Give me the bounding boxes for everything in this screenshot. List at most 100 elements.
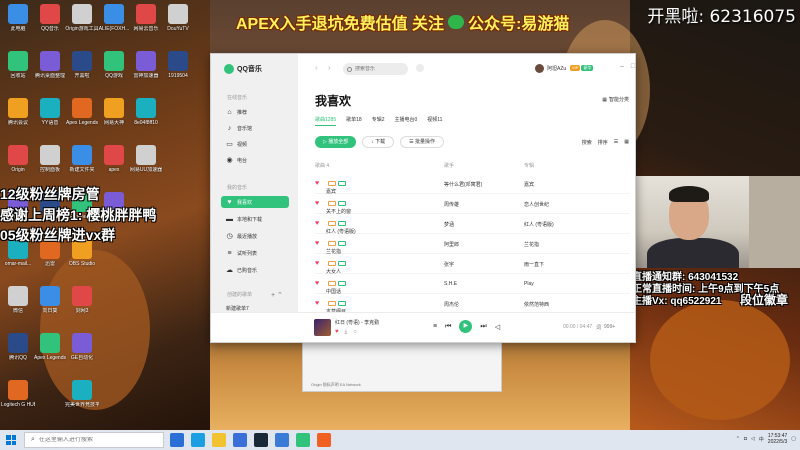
- table-row[interactable]: ♥ 兰花指 阿里郎 兰花指: [315, 234, 630, 255]
- desktop-icon[interactable]: Logitech G HUB: [1, 380, 35, 408]
- sidebar-item-mine[interactable]: ☁ 已购音乐: [221, 264, 289, 276]
- grid-view-icon[interactable]: ▦: [624, 139, 629, 146]
- song-title[interactable]: 中国话: [326, 281, 346, 295]
- desktop-icon[interactable]: ALIE(FOXH...: [97, 4, 131, 32]
- desktop-icon[interactable]: Origin: [1, 145, 35, 173]
- song-album[interactable]: 嘉宾: [524, 181, 534, 188]
- desktop-icon[interactable]: YY语音: [33, 98, 67, 126]
- desktop-icon[interactable]: 剑网3: [65, 286, 99, 314]
- desktop-icon[interactable]: 网易UU加速器: [129, 145, 163, 173]
- song-album[interactable]: 恋人创世纪: [524, 201, 549, 208]
- desktop-icon[interactable]: Apex Legends: [65, 98, 99, 126]
- qqmusic-task-icon[interactable]: [296, 433, 310, 447]
- play-icon[interactable]: ▶: [459, 320, 473, 333]
- desktop-icon[interactable]: 控制面板: [33, 145, 67, 173]
- qqmusic-logo[interactable]: QQ音乐: [224, 64, 262, 74]
- download-icon[interactable]: ⤓: [345, 329, 348, 336]
- steam-icon[interactable]: [254, 433, 268, 447]
- add-playlist-icon[interactable]: + ⌃: [271, 291, 283, 299]
- edge-icon[interactable]: [191, 433, 205, 447]
- table-row[interactable]: ♥ 红人 (粤语版) 梦涵 红人 (粤语版): [315, 214, 630, 235]
- origin-icon[interactable]: [317, 433, 331, 447]
- volume-icon[interactable]: ◁: [495, 323, 500, 331]
- search-input[interactable]: [355, 66, 405, 72]
- song-singer[interactable]: 梦涵: [444, 221, 454, 228]
- desktop-icon[interactable]: 微信: [1, 286, 35, 314]
- tab[interactable]: 歌曲1285: [315, 116, 337, 126]
- minimize-icon[interactable]: –: [620, 63, 624, 71]
- desktop-icon[interactable]: QQ音乐: [33, 4, 67, 32]
- liked-heart-icon[interactable]: ♥: [315, 220, 319, 227]
- song-title[interactable]: 嘉宾: [326, 181, 346, 195]
- vip-badges[interactable]: VIP 豪华: [570, 65, 594, 71]
- network-icon[interactable]: ◘: [744, 436, 747, 442]
- song-singer[interactable]: 张宇: [444, 261, 454, 268]
- desktop-icon[interactable]: 腾讯会议: [1, 98, 35, 126]
- song-album[interactable]: Play: [524, 281, 534, 287]
- col-singer[interactable]: 歌手: [444, 162, 454, 169]
- avatar[interactable]: [535, 64, 544, 73]
- maximize-icon[interactable]: □: [631, 63, 635, 71]
- sidebar-item-mine[interactable]: ♥ 我喜欢: [221, 196, 289, 208]
- queue-count-badge[interactable]: 999+: [604, 324, 615, 331]
- list-search-button[interactable]: 搜索: [582, 139, 592, 146]
- sort-button[interactable]: 排序: [598, 139, 608, 146]
- album-cover[interactable]: [314, 319, 331, 336]
- song-album[interactable]: 依然范特西: [524, 301, 549, 308]
- desktop-icon[interactable]: Origin游戏工具: [65, 4, 99, 32]
- song-title[interactable]: 大女人: [326, 261, 346, 275]
- play-all-button[interactable]: ▷ 播放全部: [315, 136, 357, 148]
- desktop-icon[interactable]: 此电脑: [1, 4, 35, 32]
- sidebar-item-online[interactable]: ⌂ 推荐: [221, 106, 289, 118]
- sidebar-item-mine[interactable]: ≡ 试听列表: [221, 247, 289, 259]
- mail-icon[interactable]: [233, 433, 247, 447]
- desktop-icon[interactable]: 开黑啦: [65, 51, 99, 79]
- notification-icon[interactable]: ▢: [791, 436, 796, 442]
- qqmusic-window[interactable]: QQ音乐 在线音乐 ⌂ 推荐 ♪ 音乐馆 ▭ 视频 ◉ 电台 我的音乐 ♥ 我喜欢 ▬ 本地和下载 ◷…: [210, 53, 636, 343]
- tab[interactable]: 主播电台0: [394, 116, 417, 126]
- list-view-icon[interactable]: ☰: [614, 139, 618, 146]
- liked-heart-icon[interactable]: ♥: [315, 200, 319, 207]
- nav-arrows-icon[interactable]: ‹ ›: [315, 63, 335, 72]
- desktop-icon[interactable]: DouYuTV: [161, 4, 195, 32]
- next-icon[interactable]: ⏭: [480, 323, 486, 331]
- kaiheila-icon[interactable]: [275, 433, 289, 447]
- playlist-mode-icon[interactable]: ≡: [433, 323, 437, 330]
- now-playing-title[interactable]: 红日 (粤语) - 李克勤: [335, 319, 379, 326]
- origin-window[interactable]: Origin 隐私声明 EA Network: [302, 342, 502, 392]
- song-singer[interactable]: 周传雄: [444, 201, 459, 208]
- comment-icon[interactable]: ○: [353, 329, 357, 336]
- smart-playlist-button[interactable]: ▦ 智能分类: [602, 96, 629, 104]
- desktop-icon[interactable]: 1919504: [161, 51, 195, 79]
- desktop-icon[interactable]: 腾讯QQ: [1, 333, 35, 361]
- taskbar-search[interactable]: ⌕: [24, 432, 164, 448]
- search-box[interactable]: [343, 63, 408, 75]
- taskbar-search-input[interactable]: [38, 437, 159, 443]
- table-row[interactable]: ♥ 中国话 S.H.E Play: [315, 274, 630, 295]
- song-title[interactable]: 关不上的窗: [326, 201, 351, 215]
- lyrics-button[interactable]: 词: [596, 324, 601, 331]
- sidebar-item-online[interactable]: ◉ 电台: [221, 154, 289, 166]
- table-row[interactable]: ♥ 大女人 张宇 雨一直下: [315, 254, 630, 275]
- song-singer[interactable]: 阿里郎: [444, 241, 459, 248]
- desktop-icon[interactable]: 雷神加速器: [129, 51, 163, 79]
- ime-indicator[interactable]: 中: [759, 436, 764, 443]
- song-title[interactable]: 本草纲目: [326, 301, 346, 315]
- sidebar-item-online[interactable]: ▭ 视频: [221, 138, 289, 150]
- desktop-icon[interactable]: QQ游戏: [97, 51, 131, 79]
- previous-icon[interactable]: ⏮: [445, 323, 451, 331]
- desktop-icon[interactable]: 完美世界竞技平台: [65, 380, 99, 408]
- desktop-icon[interactable]: Apex Legends: [33, 333, 67, 361]
- song-title[interactable]: 兰花指: [326, 241, 346, 255]
- table-row[interactable]: ♥ 嘉宾 等什么君(邓寓君) 嘉宾: [315, 174, 630, 195]
- liked-heart-icon[interactable]: ♥: [315, 260, 319, 267]
- desktop-icon[interactable]: 8e04f8ff10: [129, 98, 163, 126]
- task-view-icon[interactable]: [170, 433, 184, 447]
- volume-tray-icon[interactable]: ◁: [751, 436, 755, 442]
- sidebar-item-mine[interactable]: ▬ 本地和下载: [221, 213, 289, 225]
- table-row[interactable]: ♥ 本草纲目 周杰伦 依然范特西: [315, 294, 630, 315]
- desktop-icon[interactable]: 向日葵: [33, 286, 67, 314]
- liked-heart-icon[interactable]: ♥: [315, 280, 319, 287]
- sidebar-item-online[interactable]: ♪ 音乐馆: [221, 122, 289, 134]
- song-singer[interactable]: S.H.E: [444, 281, 457, 287]
